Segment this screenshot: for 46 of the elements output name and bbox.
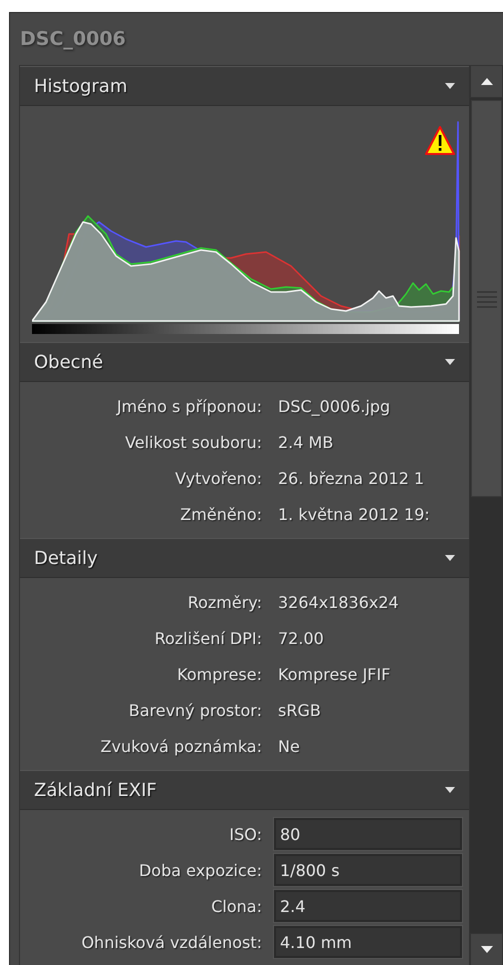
- field-label: Doba expozice:: [138, 860, 262, 880]
- property-value: sRGB: [278, 700, 322, 720]
- up-arrow-icon: [480, 78, 493, 85]
- property-label: Barevný prostor:: [128, 700, 262, 720]
- section-header[interactable]: Základní EXIF: [20, 770, 470, 810]
- input-field[interactable]: 4.10 mm: [274, 926, 462, 958]
- scroll-up-button[interactable]: [470, 65, 503, 98]
- property-label: Komprese:: [176, 664, 262, 684]
- property-label: Vytvořeno:: [174, 468, 262, 488]
- property-value: 3264x1836x24: [278, 592, 400, 612]
- property-label: Velikost souboru:: [124, 432, 262, 452]
- property-label: Jméno s příponou:: [115, 396, 262, 416]
- property-label: Rozlišení DPI:: [154, 628, 262, 648]
- caret-icon[interactable]: [445, 555, 456, 561]
- section-title: Základní EXIF: [34, 780, 157, 800]
- section-header[interactable]: Obecné: [20, 342, 470, 382]
- scrollbar-thumb[interactable]: [471, 100, 502, 497]
- grip-icon: [476, 290, 497, 308]
- down-arrow-icon: [480, 946, 493, 953]
- panel-title: DSC_0006: [19, 27, 127, 52]
- property-value: 1. května 2012 19:: [278, 504, 431, 524]
- property-value: 72.00: [278, 628, 325, 648]
- property-value: Komprese JFIF: [278, 664, 392, 684]
- input-field[interactable]: 80: [274, 818, 462, 850]
- field-label: Ohnisková vzdálenost:: [80, 932, 262, 952]
- property-label: Změněno:: [179, 504, 262, 524]
- field-label: ISO:: [228, 824, 262, 844]
- section-header[interactable]: Histogram: [20, 66, 470, 106]
- section-title: Obecné: [34, 352, 104, 372]
- scrollbar[interactable]: [470, 65, 503, 965]
- property-label: Rozměry:: [186, 592, 262, 612]
- property-value: 2.4 MB: [278, 432, 334, 452]
- property-value: Ne: [278, 736, 301, 756]
- caret-icon[interactable]: [445, 83, 456, 89]
- property-label: Zvuková poznámka:: [100, 736, 262, 756]
- field-label: Clona:: [210, 896, 262, 916]
- input-field[interactable]: 1/800 s: [274, 854, 462, 886]
- section-title: Histogram: [34, 76, 128, 96]
- section-title: Detaily: [34, 548, 98, 568]
- section-header[interactable]: Detaily: [20, 538, 470, 578]
- scroll-down-button[interactable]: [470, 933, 503, 965]
- caret-icon[interactable]: [445, 359, 456, 365]
- input-field[interactable]: 2.4: [274, 890, 462, 922]
- caret-icon[interactable]: [445, 787, 456, 793]
- property-value: DSC_0006.jpg: [278, 396, 392, 416]
- property-value: 26. března 2012 1: [278, 468, 426, 488]
